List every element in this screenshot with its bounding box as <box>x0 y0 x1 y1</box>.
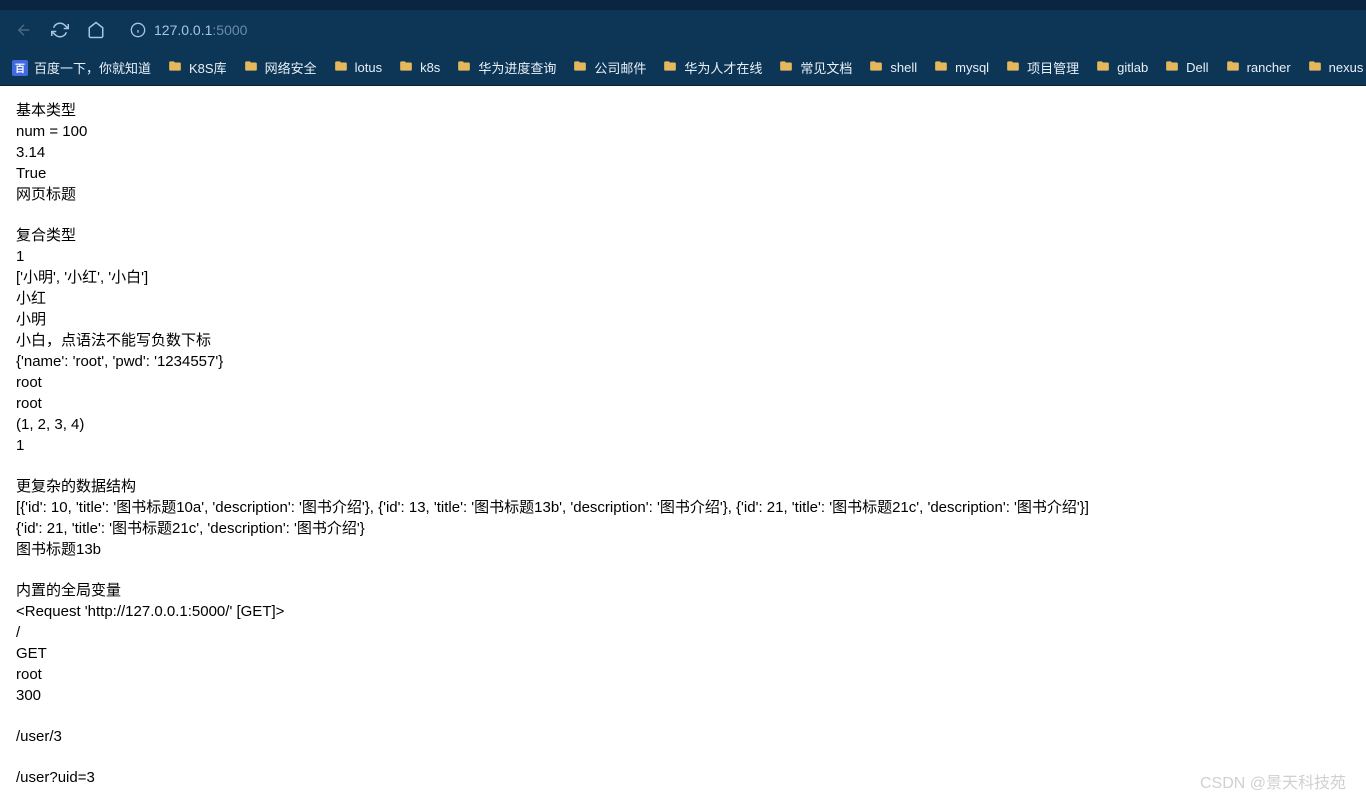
bookmark-item[interactable]: 网络安全 <box>243 58 317 77</box>
folder-icon <box>1307 59 1323 76</box>
bookmark-label: 公司邮件 <box>594 58 646 77</box>
content-line: root <box>16 664 1350 685</box>
url-text: 127.0.0.1:5000 <box>154 22 247 38</box>
content-line: True <box>16 163 1350 184</box>
folder-icon <box>456 59 472 76</box>
bookmark-label: 华为进度查询 <box>478 58 556 77</box>
page-content: 基本类型 num = 100 3.14 True 网页标题 复合类型 1 ['小… <box>0 86 1366 802</box>
folder-icon <box>662 59 678 76</box>
bookmark-item[interactable]: k8s <box>398 59 440 76</box>
bookmark-label: 百度一下，你就知道 <box>34 58 151 77</box>
content-line: root <box>16 372 1350 393</box>
section-heading: 内置的全局变量 <box>16 580 1350 601</box>
baidu-icon: 百 <box>12 60 28 76</box>
address-bar[interactable]: 127.0.0.1:5000 <box>120 14 1358 46</box>
content-line: [{'id': 10, 'title': '图书标题10a', 'descrip… <box>16 497 1350 518</box>
content-line: (1, 2, 3, 4) <box>16 414 1350 435</box>
home-button[interactable] <box>80 14 112 46</box>
folder-icon <box>572 59 588 76</box>
content-line: {'id': 21, 'title': '图书标题21c', 'descript… <box>16 518 1350 539</box>
bookmark-label: 项目管理 <box>1027 58 1079 77</box>
bookmark-label: 华为人才在线 <box>684 58 762 77</box>
content-line: GET <box>16 643 1350 664</box>
content-line: /user?uid=3 <box>16 767 1350 788</box>
folder-icon <box>243 59 259 76</box>
bookmark-label: K8S库 <box>189 58 227 77</box>
folder-icon <box>1164 59 1180 76</box>
content-line: / <box>16 622 1350 643</box>
refresh-button[interactable] <box>44 14 76 46</box>
content-line: 小红 <box>16 288 1350 309</box>
content-line: 300 <box>16 685 1350 706</box>
content-line: /user/3 <box>16 726 1350 747</box>
bookmark-label: mysql <box>955 60 989 75</box>
bookmark-item[interactable]: Dell <box>1164 59 1208 76</box>
bookmark-label: Dell <box>1186 60 1208 75</box>
folder-icon <box>778 59 794 76</box>
folder-icon <box>167 59 183 76</box>
bookmark-bar: 百百度一下，你就知道 K8S库 网络安全 lotus k8s 华为进度查询 公司邮件 华为人才… <box>0 50 1366 86</box>
folder-icon <box>1225 59 1241 76</box>
folder-icon <box>398 59 414 76</box>
bookmark-item[interactable]: 常见文档 <box>778 58 852 77</box>
content-line: 3.14 <box>16 142 1350 163</box>
bookmark-item[interactable]: 华为人才在线 <box>662 58 762 77</box>
content-line: root <box>16 393 1350 414</box>
content-line: 网页标题 <box>16 184 1350 205</box>
bookmark-item[interactable]: mysql <box>933 59 989 76</box>
bookmark-label: 常见文档 <box>800 58 852 77</box>
section-heading: 更复杂的数据结构 <box>16 476 1350 497</box>
browser-tab-strip <box>0 0 1366 10</box>
bookmark-label: shell <box>890 60 917 75</box>
folder-icon <box>333 59 349 76</box>
content-line: 小明 <box>16 309 1350 330</box>
site-info-icon[interactable] <box>130 22 146 38</box>
content-line: {'name': 'root', 'pwd': '1234557'} <box>16 351 1350 372</box>
bookmark-item[interactable]: 项目管理 <box>1005 58 1079 77</box>
bookmark-label: k8s <box>420 60 440 75</box>
section-heading: 基本类型 <box>16 100 1350 121</box>
bookmark-item[interactable]: 百百度一下，你就知道 <box>12 58 151 77</box>
section-heading: 复合类型 <box>16 225 1350 246</box>
content-line: 图书标题13b <box>16 539 1350 560</box>
bookmark-item[interactable]: nexus <box>1307 59 1364 76</box>
bookmark-item[interactable]: lotus <box>333 59 382 76</box>
content-line: num = 100 <box>16 121 1350 142</box>
back-button[interactable] <box>8 14 40 46</box>
bookmark-item[interactable]: shell <box>868 59 917 76</box>
folder-icon <box>868 59 884 76</box>
content-line: 小白，点语法不能写负数下标 <box>16 330 1350 351</box>
bookmark-item[interactable]: gitlab <box>1095 59 1148 76</box>
navigation-bar: 127.0.0.1:5000 <box>0 10 1366 50</box>
bookmark-item[interactable]: rancher <box>1225 59 1291 76</box>
folder-icon <box>933 59 949 76</box>
bookmark-label: lotus <box>355 60 382 75</box>
bookmark-label: rancher <box>1247 60 1291 75</box>
bookmark-item[interactable]: 公司邮件 <box>572 58 646 77</box>
content-line: ['小明', '小红', '小白'] <box>16 267 1350 288</box>
folder-icon <box>1095 59 1111 76</box>
content-line: 1 <box>16 435 1350 456</box>
content-line: <Request 'http://127.0.0.1:5000/' [GET]> <box>16 601 1350 622</box>
folder-icon <box>1005 59 1021 76</box>
bookmark-item[interactable]: K8S库 <box>167 58 227 77</box>
bookmark-label: 网络安全 <box>265 58 317 77</box>
bookmark-item[interactable]: 华为进度查询 <box>456 58 556 77</box>
content-line: 1 <box>16 246 1350 267</box>
watermark: CSDN @景天科技苑 <box>1200 769 1346 793</box>
bookmark-label: nexus <box>1329 60 1364 75</box>
bookmark-label: gitlab <box>1117 60 1148 75</box>
